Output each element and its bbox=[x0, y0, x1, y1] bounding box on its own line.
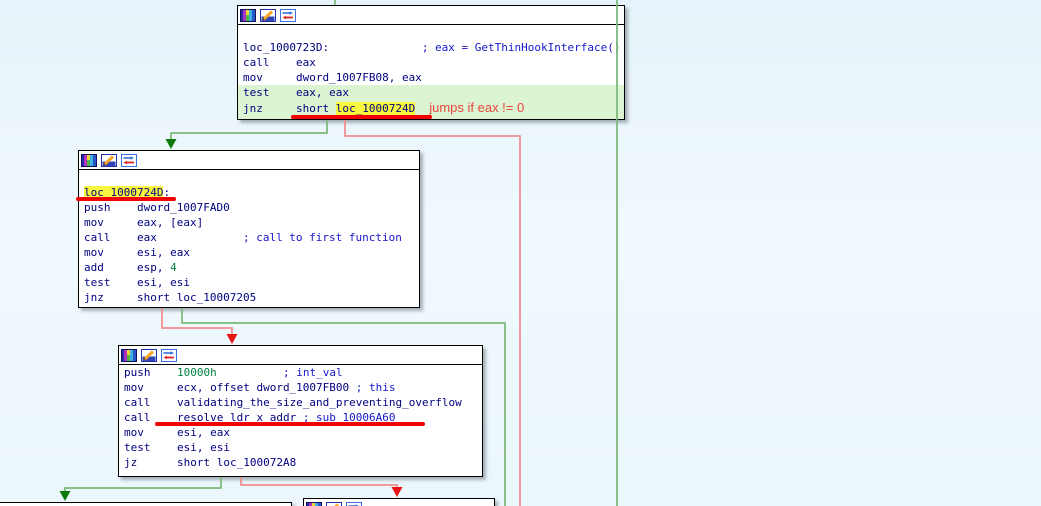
asm-text: test eax, eax bbox=[243, 86, 349, 99]
asm-text: loc_1000723D: bbox=[243, 41, 330, 54]
asm-text: mov ecx, offset dword_1007FB00 bbox=[124, 381, 356, 394]
asm-line[interactable]: push dword_1007FAD0 bbox=[84, 200, 419, 215]
highlighted-token: loc_1000724D bbox=[335, 102, 416, 115]
asm-text: call eax bbox=[243, 56, 316, 69]
asm-text: jnz short loc_10007205 bbox=[84, 291, 257, 304]
color-palette-icon[interactable] bbox=[240, 8, 256, 22]
edge-top-jump-taken-arrowhead bbox=[165, 139, 177, 149]
node-bottom-middle-partial[interactable] bbox=[303, 498, 495, 506]
asm-line[interactable]: call eax bbox=[243, 55, 624, 70]
node-code: loc_1000724D: push dword_1007FAD0 mov eax,… bbox=[79, 170, 419, 307]
red-underline-loc-label bbox=[76, 197, 176, 201]
asm-blank-line bbox=[84, 170, 419, 185]
graph-group-icon[interactable] bbox=[346, 501, 362, 506]
node-resolve-calls[interactable]: push 10000h ; int_val mov ecx, offset dwo… bbox=[118, 345, 483, 477]
asm-text bbox=[329, 41, 422, 54]
asm-line[interactable]: jnz short loc_10007205 bbox=[84, 290, 419, 305]
asm-text: mov esi, eax bbox=[84, 246, 190, 259]
asm-comment: ; call to first function bbox=[242, 231, 402, 244]
graph-group-icon[interactable] bbox=[121, 153, 137, 167]
asm-line[interactable]: add esp, 4 bbox=[84, 260, 419, 275]
color-palette-icon[interactable] bbox=[81, 153, 97, 167]
edge-third-fallthrough-arrowhead bbox=[391, 487, 403, 497]
edge-third-fallthrough bbox=[240, 477, 398, 488]
asm-line[interactable]: loc_1000723D: ; eax = GetThinHookInterfa… bbox=[243, 40, 624, 55]
node-code: push 10000h ; int_val mov ecx, offset dwo… bbox=[119, 365, 482, 476]
asm-line[interactable]: mov dword_1007FB08, eax bbox=[243, 70, 624, 85]
asm-line[interactable]: call validating_the_size_and_preventing_… bbox=[124, 395, 482, 410]
asm-line[interactable]: mov ecx, offset dword_1007FB00 ; this bbox=[124, 380, 482, 395]
asm-text: call validating_the_size_and_preventing_… bbox=[124, 396, 462, 409]
red-underline-jnz-target bbox=[291, 115, 432, 119]
edge-top-jump-taken bbox=[170, 120, 328, 140]
asm-text: mov dword_1007FB08, eax bbox=[243, 71, 422, 84]
asm-number: 10000h bbox=[176, 366, 217, 379]
asm-line[interactable]: mov esi, eax bbox=[124, 425, 482, 440]
graph-canvas[interactable]: loc_1000723D: ; eax = GetThinHookInterfa… bbox=[0, 0, 1041, 506]
edit-pencil-icon[interactable] bbox=[260, 8, 276, 22]
asm-text: push bbox=[124, 366, 177, 379]
asm-number: 4 bbox=[170, 261, 177, 274]
edit-pencil-icon[interactable] bbox=[326, 501, 342, 506]
asm-line[interactable]: mov eax, [eax] bbox=[84, 215, 419, 230]
asm-text: call eax bbox=[84, 231, 157, 244]
red-underline-resolve-call bbox=[155, 422, 425, 426]
asm-line[interactable]: test esi, esi bbox=[124, 440, 482, 455]
edit-pencil-icon[interactable] bbox=[141, 348, 157, 362]
edge-third-jump-taken bbox=[64, 477, 222, 492]
node-title-bar bbox=[119, 346, 482, 365]
node-code: loc_1000723D: ; eax = GetThinHookInterfa… bbox=[238, 25, 624, 119]
asm-text: test esi, esi bbox=[84, 276, 190, 289]
asm-line[interactable]: jz short loc_100072A8 bbox=[124, 455, 482, 470]
asm-text bbox=[157, 231, 243, 244]
asm-text: jnz short bbox=[243, 102, 336, 115]
asm-comment: ; int_val bbox=[282, 366, 343, 379]
node-title-bar bbox=[304, 499, 494, 506]
edit-pencil-icon[interactable] bbox=[101, 153, 117, 167]
asm-text: mov esi, eax bbox=[124, 426, 230, 439]
asm-line[interactable]: call eax ; call to first function bbox=[84, 230, 419, 245]
node-title-bar bbox=[79, 151, 419, 170]
red-annotation-text: jumps if eax != 0 bbox=[429, 100, 525, 115]
edge-mid-fallthrough bbox=[161, 308, 233, 335]
asm-blank-line bbox=[243, 25, 624, 40]
asm-line[interactable]: mov esi, eax bbox=[84, 245, 419, 260]
node-title-bar bbox=[238, 6, 624, 25]
color-palette-icon[interactable] bbox=[306, 501, 322, 506]
asm-text: push dword_1007FAD0 bbox=[84, 201, 230, 214]
asm-text: test esi, esi bbox=[124, 441, 230, 454]
edge-mid-fallthrough-arrowhead bbox=[226, 334, 238, 344]
node-loc_1000723D[interactable]: loc_1000723D: ; eax = GetThinHookInterfa… bbox=[237, 5, 625, 120]
asm-line[interactable]: push 10000h ; int_val bbox=[124, 365, 482, 380]
asm-comment: ; this bbox=[355, 381, 396, 394]
asm-line[interactable]: jnz short loc_1000724D jumps if eax != 0 bbox=[238, 100, 624, 115]
asm-line[interactable]: test eax, eax bbox=[238, 85, 624, 100]
asm-text: mov eax, [eax] bbox=[84, 216, 204, 229]
asm-line[interactable]: test esi, esi bbox=[84, 275, 419, 290]
asm-text: add esp, bbox=[84, 261, 171, 274]
edge-third-jump-taken-arrowhead bbox=[59, 491, 71, 501]
graph-group-icon[interactable] bbox=[161, 348, 177, 362]
asm-comment: ; eax = GetThinHookInterface() bbox=[421, 41, 621, 54]
asm-text: jz short loc_100072A8 bbox=[124, 456, 297, 469]
node-bottom-left-partial[interactable] bbox=[0, 502, 292, 506]
color-palette-icon[interactable] bbox=[121, 348, 137, 362]
node-loc_1000724D[interactable]: loc_1000724D: push dword_1007FAD0 mov eax,… bbox=[78, 150, 420, 308]
asm-text bbox=[217, 366, 283, 379]
graph-group-icon[interactable] bbox=[280, 8, 296, 22]
